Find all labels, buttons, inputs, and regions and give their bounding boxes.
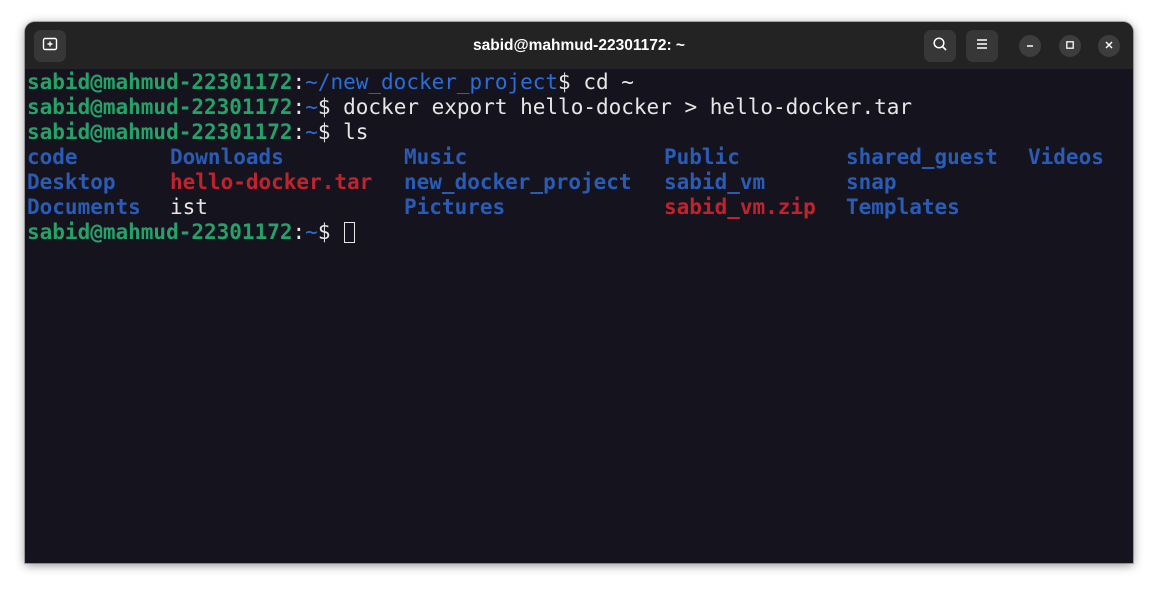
search-icon xyxy=(932,36,948,57)
ls-entry-file: ist xyxy=(170,195,208,219)
ls-entry-directory: snap xyxy=(846,170,897,194)
close-button[interactable] xyxy=(1098,35,1120,57)
command-line: sabid@mahmud-22301172:~$ docker export h… xyxy=(27,95,1131,120)
command-line: sabid@mahmud-22301172:~/new_docker_proje… xyxy=(27,70,1131,95)
prompt-dollar: $ xyxy=(317,220,331,244)
ls-entry-directory: Music xyxy=(404,145,468,169)
command-line: sabid@mahmud-22301172:~$ ls xyxy=(27,120,1131,145)
menu-button[interactable] xyxy=(966,30,998,62)
search-button[interactable] xyxy=(924,30,956,62)
ls-entry-archive: sabid_vm.zip xyxy=(664,195,816,219)
maximize-icon xyxy=(1065,37,1075,55)
ls-entry-archive: hello-docker.tar xyxy=(170,170,373,194)
minimize-button[interactable] xyxy=(1019,35,1041,57)
ls-entry-directory: Downloads xyxy=(170,145,284,169)
ls-output-row: Desktop hello-docker.tar new_docker_proj… xyxy=(27,170,1131,195)
prompt-colon: : xyxy=(292,120,306,144)
new-tab-icon xyxy=(42,36,58,57)
prompt-dollar: $ xyxy=(558,70,571,94)
ls-entry-directory: Videos xyxy=(1028,145,1104,169)
prompt-colon: : xyxy=(292,220,306,244)
command-line-active[interactable]: sabid@mahmud-22301172:~$ xyxy=(27,220,1131,245)
ls-output-row: Documents ist Pictures sabid_vm.zip Temp… xyxy=(27,195,1131,220)
ls-entry-directory: Templates xyxy=(846,195,960,219)
terminal-output[interactable]: sabid@mahmud-22301172:~/new_docker_proje… xyxy=(27,70,1131,560)
prompt-dollar: $ xyxy=(317,120,331,144)
maximize-button[interactable] xyxy=(1059,35,1081,57)
close-icon xyxy=(1104,37,1114,55)
prompt-user: sabid@mahmud-22301172 xyxy=(27,120,293,144)
ls-entry-directory: new_docker_project xyxy=(404,170,632,194)
ls-entry-directory: code xyxy=(27,145,78,169)
ls-entry-directory: Desktop xyxy=(27,170,116,194)
ls-entry-directory: Pictures xyxy=(404,195,506,219)
hamburger-menu-icon xyxy=(974,36,990,57)
command-text: ls xyxy=(330,120,369,144)
prompt-dollar: $ xyxy=(317,95,331,119)
prompt-colon: : xyxy=(292,95,306,119)
ls-output-row: code Downloads Music Public shared_guest… xyxy=(27,145,1131,170)
prompt-user: sabid@mahmud-22301172 xyxy=(27,70,293,94)
prompt-path: ~/new_docker_project xyxy=(305,70,559,94)
ls-entry-directory: sabid_vm xyxy=(664,170,766,194)
command-text: docker export hello-docker > hello-docke… xyxy=(330,95,913,119)
new-tab-button[interactable] xyxy=(34,30,66,62)
minimize-icon xyxy=(1025,37,1035,55)
prompt-path: ~ xyxy=(305,120,318,144)
prompt-path: ~ xyxy=(305,95,318,119)
prompt-user: sabid@mahmud-22301172 xyxy=(27,95,293,119)
ls-entry-directory: shared_guest xyxy=(846,145,998,169)
title-bar[interactable]: sabid@mahmud-22301172: ~ xyxy=(25,22,1133,69)
prompt-path: ~ xyxy=(305,220,318,244)
command-text: cd ~ xyxy=(570,70,634,94)
text-cursor xyxy=(344,222,356,243)
ls-entry-directory: Public xyxy=(664,145,740,169)
prompt-user: sabid@mahmud-22301172 xyxy=(27,220,293,244)
ls-entry-directory: Documents xyxy=(27,195,141,219)
terminal-window: sabid@mahmud-22301172: ~ sabid@mahmud-22… xyxy=(25,22,1133,563)
prompt-colon: : xyxy=(292,70,306,94)
